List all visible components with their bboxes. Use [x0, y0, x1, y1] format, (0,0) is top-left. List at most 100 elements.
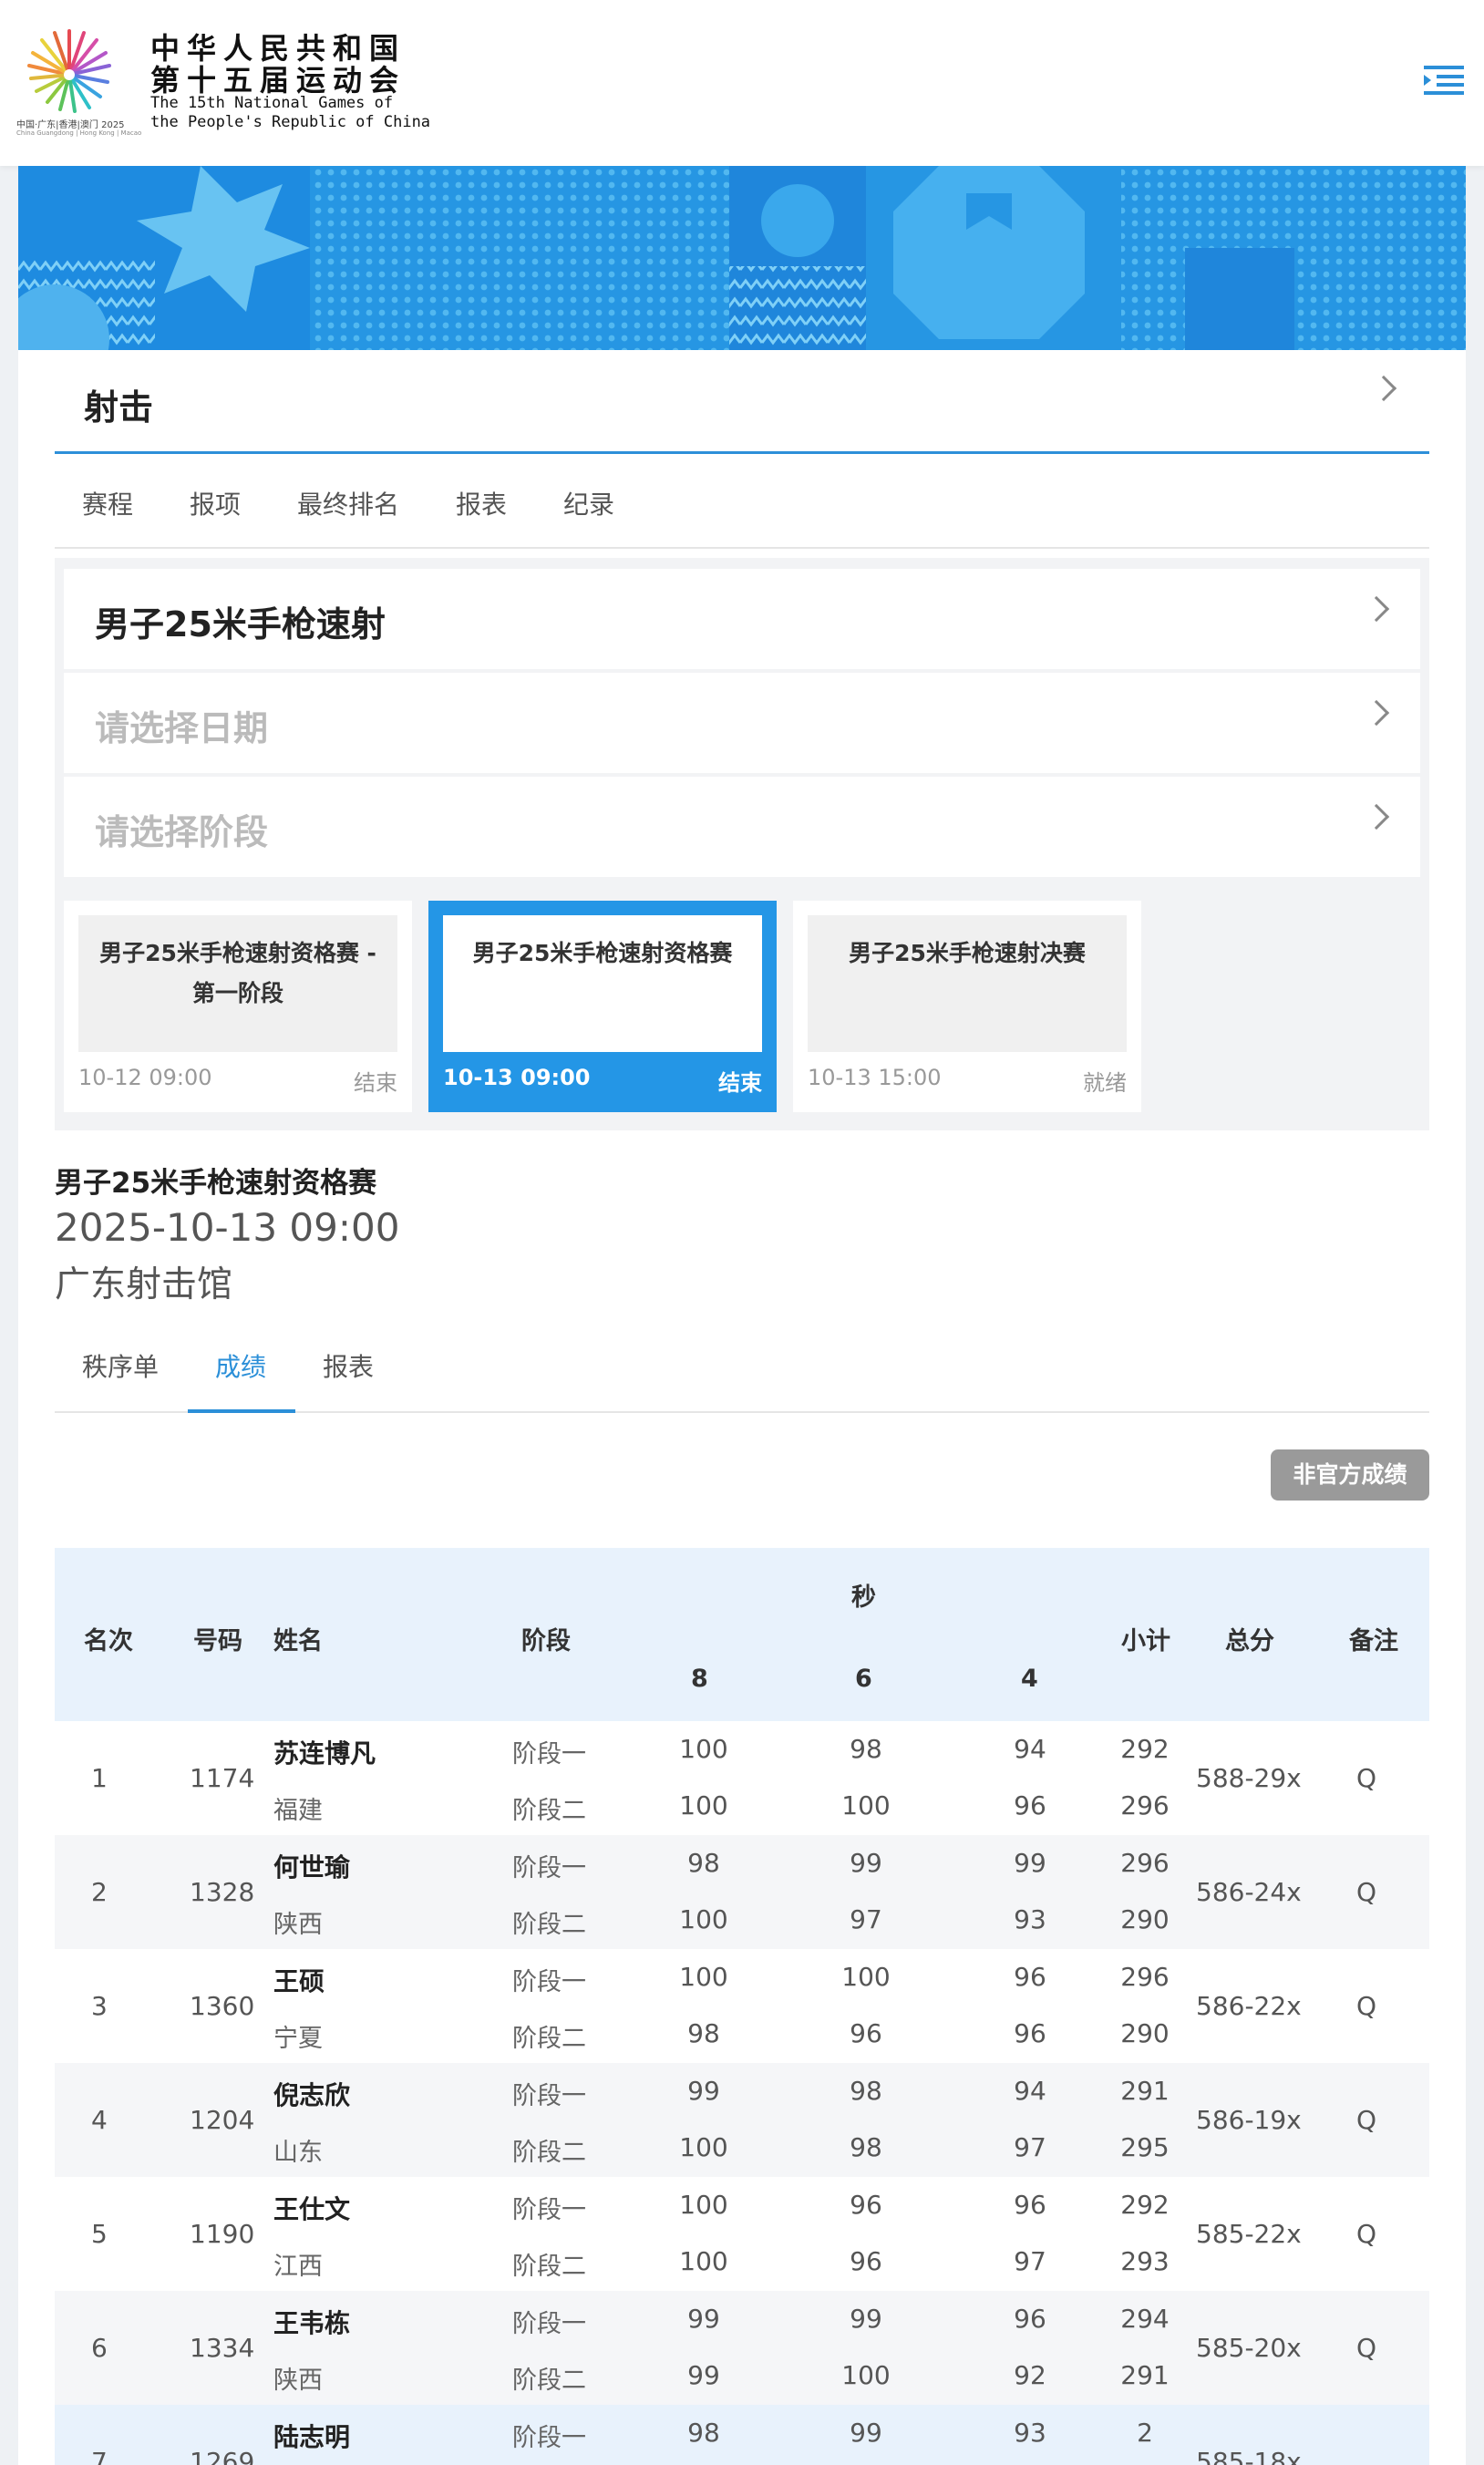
active-tab-indicator	[188, 1409, 295, 1413]
phase-card-active[interactable]: 男子25米手枪速射资格赛 10-13 09:00 结束	[428, 901, 777, 1112]
subtotal-cell: 293	[1120, 2246, 1170, 2276]
subtotal-cell: 296	[1120, 1790, 1170, 1820]
stage-label: 阶段一	[512, 1854, 586, 1882]
score-6s: 100	[841, 1790, 891, 1820]
score-4s: 94	[1014, 1734, 1046, 1764]
score-6s: 98	[850, 1734, 882, 1764]
bib-cell: 1328	[190, 1877, 255, 1907]
header-total: 总分	[1225, 1627, 1274, 1655]
stage-select[interactable]: 请选择阶段	[64, 777, 1420, 877]
phase-status: 结束	[718, 1070, 762, 1096]
table-row[interactable]: 7 1269 陆志明 阶段一 98 99 93 2 585-18x	[55, 2405, 1429, 2465]
header-bib: 号码	[193, 1627, 242, 1655]
event-datetime: 2025-10-13 09:00	[55, 1205, 400, 1250]
national-games-logo[interactable]	[18, 18, 120, 120]
subtotal-cell: 292	[1120, 1734, 1170, 1764]
rank-cell: 5	[91, 2219, 108, 2249]
score-8s: 99	[687, 2076, 720, 2106]
subtotal-cell: 295	[1120, 2132, 1170, 2162]
team-name: 宁夏	[273, 2025, 323, 2053]
header-subtotal: 小计	[1121, 1627, 1170, 1655]
result-tabs: 秩序单 成绩 报表	[55, 1320, 1429, 1413]
rank-cell: 4	[91, 2105, 108, 2135]
team-name: 陕西	[273, 2367, 323, 2395]
team-name: 陕西	[273, 1911, 323, 1939]
bib-cell: 1204	[190, 2105, 255, 2135]
stage-label: 阶段二	[512, 1797, 586, 1825]
bib-cell: 1334	[190, 2333, 255, 2363]
phase-status: 就绪	[1083, 1070, 1127, 1096]
unofficial-results-badge[interactable]: 非官方成绩	[1271, 1449, 1429, 1501]
phase-status: 结束	[354, 1070, 397, 1096]
stage-label: 阶段二	[512, 1911, 586, 1939]
table-row[interactable]: 5 1190 王仕文 江西 阶段一 阶段二 100 96 96 292 100 96 97 293 585-…	[55, 2177, 1429, 2291]
subnav-records[interactable]: 纪录	[563, 485, 614, 521]
rank-cell: 2	[91, 1877, 108, 1907]
logo-sub-text: China Guangdong | Hong Kong | Macao	[16, 129, 142, 137]
subtotal-cell: 296	[1120, 1962, 1170, 1992]
phase-card[interactable]: 男子25米手枪速射资格赛 - 第一阶段 10-12 09:00 结束	[64, 901, 412, 1112]
score-4s: 96	[1014, 2190, 1046, 2220]
tab-start-list[interactable]: 秩序单	[82, 1347, 159, 1384]
total-cell: 588-29x	[1196, 1763, 1302, 1793]
menu-icon[interactable]	[1424, 64, 1464, 97]
table-row[interactable]: 3 1360 王硕 宁夏 阶段一 阶段二 100 100 96 296 98 96 96 290 586-2…	[55, 1949, 1429, 2063]
event-venue: 广东射击馆	[55, 1264, 233, 1305]
phase-time: 10-13 09:00	[443, 1065, 591, 1090]
athlete-name: 陆志明	[273, 2422, 351, 2452]
table-row[interactable]: 1 1174 苏连博凡 福建 阶段一 阶段二 100 98 94 292 100 100 96 296 58…	[55, 1721, 1429, 1835]
event-select[interactable]: 男子25米手枪速射	[64, 569, 1420, 669]
score-6s: 96	[850, 2246, 882, 2276]
score-8s: 100	[679, 1962, 728, 1992]
subnav-reports[interactable]: 报表	[456, 485, 507, 521]
subtotal-cell: 2	[1137, 2418, 1153, 2448]
score-4s: 96	[1014, 1962, 1046, 1992]
chevron-right-icon	[1363, 595, 1390, 623]
score-6s: 96	[850, 2190, 882, 2220]
table-row[interactable]: 6 1334 王韦栋 陕西 阶段一 阶段二 99 99 96 294 99 100 92 291 585-2…	[55, 2291, 1429, 2405]
score-6s: 100	[841, 1962, 891, 1992]
score-8s: 100	[679, 2190, 728, 2220]
subnav-schedule[interactable]: 赛程	[82, 485, 133, 521]
rank-cell: 7	[91, 2447, 108, 2465]
stage-label: 阶段一	[512, 2310, 586, 2338]
rank-cell: 1	[91, 1763, 108, 1793]
date-select[interactable]: 请选择日期	[64, 673, 1420, 773]
tab-reports[interactable]: 报表	[323, 1347, 374, 1384]
header-name: 姓名	[273, 1627, 323, 1655]
table-row[interactable]: 4 1204 倪志欣 山东 阶段一 阶段二 99 98 94 291 100 98 97 295 586-1…	[55, 2063, 1429, 2177]
bib-cell: 1174	[190, 1763, 255, 1793]
tab-results[interactable]: 成绩	[215, 1347, 266, 1384]
chevron-right-icon	[1370, 375, 1397, 402]
phase-title: 男子25米手枪速射决赛	[808, 915, 1127, 1052]
score-8s: 99	[687, 2304, 720, 2334]
athlete-name: 王硕	[273, 1966, 325, 1996]
score-4s: 99	[1014, 1848, 1046, 1878]
header-stage: 阶段	[521, 1627, 571, 1655]
score-8s: 100	[679, 1904, 728, 1934]
score-8s: 99	[687, 2360, 720, 2390]
team-name: 山东	[273, 2139, 323, 2167]
subnav-final-ranking[interactable]: 最终排名	[297, 485, 399, 521]
table-row[interactable]: 2 1328 何世瑜 陕西 阶段一 阶段二 98 99 99 296 100 97 93 290 586-2…	[55, 1835, 1429, 1949]
total-cell: 585-20x	[1196, 2333, 1302, 2363]
phase-time: 10-12 09:00	[78, 1065, 212, 1090]
score-4s: 93	[1014, 2418, 1046, 2448]
phase-card[interactable]: 男子25米手枪速射决赛 10-13 15:00 就绪	[793, 901, 1141, 1112]
sport-selector[interactable]: 射击	[55, 352, 1429, 454]
stage-label: 阶段二	[512, 2025, 586, 2053]
score-4s: 97	[1014, 2246, 1046, 2276]
sport-subnav: 赛程 报项 最终排名 报表 纪录	[55, 454, 1429, 549]
subnav-entries[interactable]: 报项	[190, 485, 241, 521]
score-6s: 99	[850, 2418, 882, 2448]
stage-label: 阶段一	[512, 1968, 586, 1996]
stage-label: 阶段二	[512, 2367, 586, 2395]
score-8s: 100	[679, 1734, 728, 1764]
score-4s: 96	[1014, 1790, 1046, 1820]
chevron-right-icon	[1363, 803, 1390, 830]
score-6s: 96	[850, 2018, 882, 2048]
table-header: 名次 号码 姓名 阶段 秒 8 6 4 小计 总分 备注	[55, 1548, 1429, 1721]
total-cell: 586-24x	[1196, 1877, 1302, 1907]
subtotal-cell: 291	[1120, 2076, 1170, 2106]
score-6s: 100	[841, 2360, 891, 2390]
